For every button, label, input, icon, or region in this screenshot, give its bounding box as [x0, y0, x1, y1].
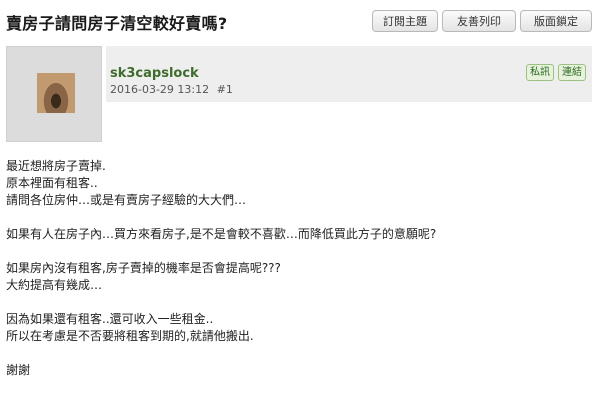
post-text-line: 所以在考慮是不否要將租客到期的,就請他搬出. — [6, 329, 254, 343]
lock-layout-button[interactable]: 版面鎖定 — [520, 10, 592, 32]
avatar-frame — [6, 46, 102, 142]
post-body: 最近想將房子賣掉. 原本裡面有租客.. 請問各位房仲…或是有賣房子經驗的大大們…… — [6, 158, 592, 379]
thread-title: 賣房子請問房子清空較好賣嗎? — [6, 14, 228, 33]
avatar[interactable] — [37, 73, 75, 113]
private-message-button[interactable]: 私訊 — [526, 64, 554, 81]
post-text-line: 如果有人在房子內…買方來看房子,是不是會較不喜歡…而降低買此方子的意願呢? — [6, 227, 437, 241]
post-text-line: 請問各位房仲…或是有賣房子經驗的大大們… — [6, 193, 247, 207]
post-actions: 私訊 連結 — [522, 64, 586, 81]
post-text-line: 大約提高有幾成… — [6, 278, 103, 292]
post-text-line: 最近想將房子賣掉. — [6, 159, 106, 173]
thread-toolbar: 訂閱主題 友善列印 版面鎖定 — [368, 10, 592, 32]
permalink-button[interactable]: 連結 — [558, 64, 586, 81]
subscribe-button[interactable]: 訂閱主題 — [372, 10, 438, 32]
post-text-line: 因為如果還有租客..還可收入一些租金.. — [6, 312, 214, 326]
post-floor-link[interactable]: #1 — [217, 83, 233, 96]
post-meta: 2016-03-29 13:12 #1 — [110, 83, 237, 96]
post-date: 2016-03-29 13:12 — [110, 83, 210, 96]
post-text-line: 如果房內沒有租客,房子賣掉的機率是否會提高呢??? — [6, 261, 281, 275]
post-info-bar: sk3capslock 2016-03-29 13:12 #1 私訊 連結 — [106, 46, 592, 102]
post-text-line: 謝謝 — [6, 363, 31, 377]
username-link[interactable]: sk3capslock — [110, 66, 199, 81]
post-text-line: 原本裡面有租客.. — [6, 176, 98, 190]
post-header: sk3capslock 2016-03-29 13:12 #1 私訊 連結 — [6, 46, 592, 142]
print-friendly-button[interactable]: 友善列印 — [442, 10, 516, 32]
